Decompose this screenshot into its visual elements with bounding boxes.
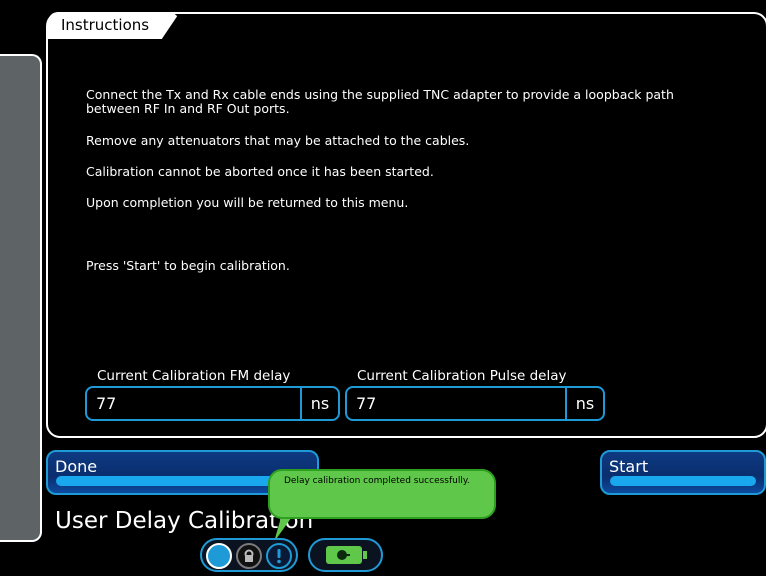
alert-icon [266, 543, 292, 569]
done-button-label: Done [55, 457, 98, 476]
fm-delay-unit: ns [300, 388, 338, 419]
start-button[interactable]: Start [600, 450, 766, 495]
instruction-line-6: Press 'Start' to begin calibration. [86, 258, 290, 273]
start-button-label: Start [609, 457, 649, 476]
start-button-bar [610, 476, 756, 486]
left-side-rail [0, 54, 42, 542]
battery-indicator[interactable] [308, 538, 383, 572]
battery-tip [363, 551, 367, 559]
circle-status-icon [206, 543, 232, 569]
tab-instructions[interactable]: Instructions [48, 12, 158, 39]
lock-icon [236, 543, 262, 569]
instruction-line-4: Calibration cannot be aborted once it ha… [86, 164, 434, 179]
instruction-line-3: Remove any attenuators that may be attac… [86, 133, 470, 148]
toast-message: Delay calibration completed successfully… [284, 476, 470, 486]
instruction-line-5: Upon completion you will be returned to … [86, 195, 409, 210]
instruction-line-2: between RF In and RF Out ports. [86, 101, 290, 116]
fm-delay-label: Current Calibration FM delay [97, 368, 291, 384]
status-toast: Delay calibration completed successfully… [268, 469, 496, 519]
pulse-delay-label: Current Calibration Pulse delay [357, 368, 567, 384]
status-indicators[interactable] [200, 538, 298, 572]
instruction-line-1: Connect the Tx and Rx cable ends using t… [86, 87, 674, 102]
battery-icon [326, 546, 362, 564]
pulse-delay-value[interactable]: 77 [347, 394, 565, 413]
fm-delay-value[interactable]: 77 [87, 394, 300, 413]
tab-instructions-label: Instructions [61, 16, 150, 34]
fm-delay-field[interactable]: 77 ns [85, 386, 340, 421]
pulse-delay-unit: ns [565, 388, 603, 419]
pulse-delay-field[interactable]: 77 ns [345, 386, 605, 421]
